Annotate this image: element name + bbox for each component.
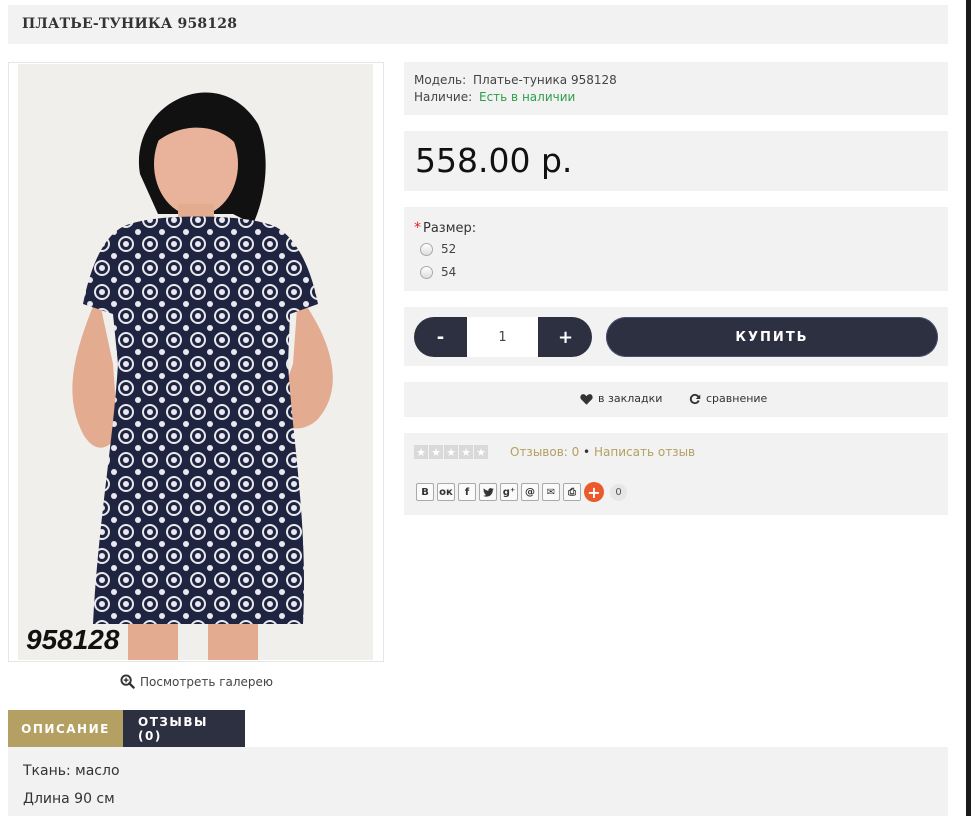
window-edge <box>966 0 971 816</box>
size-option-54[interactable]: 54 <box>420 265 456 279</box>
stock-status: Есть в наличии <box>479 90 576 104</box>
size-options-panel: * Размер: 52 54 <box>404 207 948 291</box>
size-radio-54[interactable] <box>420 265 433 279</box>
size-label-text: Размер: <box>423 221 477 236</box>
model-row: Модель: Платье-туника 958128 <box>414 73 617 87</box>
more-share-icon[interactable]: + <box>584 482 604 502</box>
increase-quantity-button[interactable]: + <box>539 317 592 357</box>
size-option-label: 52 <box>441 242 457 256</box>
description-panel: Ткань: масло Длина 90 см <box>8 747 948 816</box>
size-option-label: 54 <box>441 265 457 279</box>
compare-link[interactable]: сравнение <box>689 392 767 405</box>
share-count: 0 <box>610 483 627 501</box>
vkontakte-share-icon[interactable]: В <box>416 483 434 501</box>
separator-dot: • <box>583 445 591 459</box>
refresh-icon <box>689 393 701 404</box>
page-title: ПЛАТЬЕ-ТУНИКА 958128 <box>22 16 238 32</box>
wishlist-label: в закладки <box>598 392 663 405</box>
add-to-wishlist-link[interactable]: в закладки <box>580 392 662 405</box>
write-review-link[interactable]: Написать отзыв <box>594 445 695 459</box>
product-photo[interactable]: 958128 <box>18 64 373 660</box>
quantity-input[interactable]: 1 <box>467 317 538 357</box>
star-icon: ★ <box>474 445 488 459</box>
price-panel: 558.00 р. <box>404 131 948 191</box>
heart-icon <box>580 393 593 405</box>
wishlist-compare-panel: в закладки сравнение <box>404 382 948 417</box>
product-image-frame[interactable]: 958128 <box>8 62 384 662</box>
email-share-icon[interactable]: ✉ <box>542 483 560 501</box>
tab-reviews[interactable]: ОТЗЫВЫ (0) <box>123 710 245 747</box>
view-gallery-link[interactable]: Посмотреть галерею <box>120 674 273 689</box>
description-line: Длина 90 см <box>23 791 115 807</box>
facebook-share-icon[interactable]: f <box>458 483 476 501</box>
odnoklassniki-share-icon[interactable]: ок <box>437 483 455 501</box>
description-line: Ткань: масло <box>23 763 120 779</box>
star-icon: ★ <box>444 445 458 459</box>
size-label: * Размер: <box>414 220 476 236</box>
rating-stars: ★ ★ ★ ★ ★ <box>414 445 488 459</box>
star-icon: ★ <box>459 445 473 459</box>
quantity-stepper: - 1 + <box>414 317 592 357</box>
dress-illustration <box>18 64 373 660</box>
model-label: Модель: <box>414 73 467 87</box>
purchase-panel: - 1 + КУПИТЬ <box>404 307 948 366</box>
required-mark: * <box>414 220 421 236</box>
twitter-share-icon[interactable] <box>479 483 497 501</box>
tab-description[interactable]: ОПИСАНИЕ <box>8 710 123 747</box>
zoom-in-icon <box>120 674 135 689</box>
decrease-quantity-button[interactable]: - <box>414 317 467 357</box>
size-option-52[interactable]: 52 <box>420 242 456 256</box>
compare-label: сравнение <box>706 392 768 405</box>
stock-label: Наличие: <box>414 90 473 104</box>
mail-ru-share-icon[interactable]: @ <box>521 483 539 501</box>
image-caption: 958128 <box>26 624 120 655</box>
stock-row: Наличие: Есть в наличии <box>414 90 575 104</box>
share-buttons: В ок f g⁺ @ ✉ ⎙ + 0 <box>416 482 627 502</box>
google-plus-share-icon[interactable]: g⁺ <box>500 483 518 501</box>
star-icon: ★ <box>414 445 428 459</box>
star-icon: ★ <box>429 445 443 459</box>
reviews-share-panel: ★ ★ ★ ★ ★ Отзывов: 0 • Написать отзыв В … <box>404 433 948 515</box>
product-tabs: ОПИСАНИЕ ОТЗЫВЫ (0) <box>8 710 245 747</box>
buy-button[interactable]: КУПИТЬ <box>606 317 938 357</box>
model-value: Платье-туника 958128 <box>473 73 617 87</box>
product-price: 558.00 р. <box>415 141 573 180</box>
view-gallery-label: Посмотреть галерею <box>140 674 274 689</box>
print-icon[interactable]: ⎙ <box>563 483 581 501</box>
product-title-bar: ПЛАТЬЕ-ТУНИКА 958128 <box>8 5 948 44</box>
reviews-count-link[interactable]: Отзывов: 0 <box>510 445 579 459</box>
product-meta-panel: Модель: Платье-туника 958128 Наличие: Ес… <box>404 62 948 115</box>
size-radio-52[interactable] <box>420 242 433 256</box>
